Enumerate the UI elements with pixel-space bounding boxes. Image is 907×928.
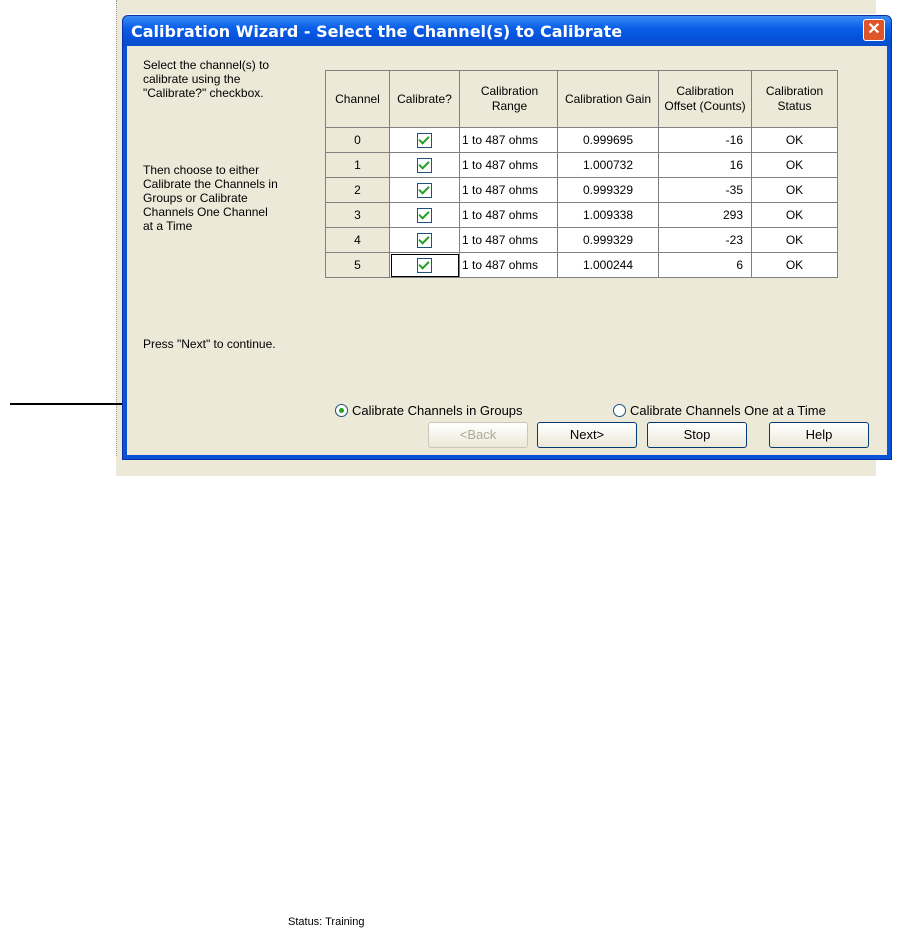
- calibrate-checkbox-cell[interactable]: [389, 202, 460, 228]
- instructions-choose: Then choose to either Calibrate the Chan…: [143, 163, 278, 233]
- table-row[interactable]: 1 1 to 487 ohms 1.000732 16 OK: [325, 152, 838, 178]
- instruction-line: Select the channel(s) to: [143, 58, 270, 72]
- status-cell[interactable]: OK: [751, 177, 838, 203]
- channel-cell[interactable]: 2: [325, 177, 390, 203]
- help-button[interactable]: Help: [769, 422, 869, 448]
- status-cell[interactable]: OK: [751, 127, 838, 153]
- column-header-offset: Calibration Offset (Counts): [658, 70, 752, 128]
- status-cell[interactable]: OK: [751, 152, 838, 178]
- calibrate-checkbox[interactable]: [417, 232, 432, 248]
- offset-cell[interactable]: 6: [658, 252, 752, 278]
- next-button[interactable]: Next>: [537, 422, 637, 448]
- gain-cell[interactable]: 1.009338: [557, 202, 659, 228]
- instruction-line: Calibrate the Channels in: [143, 177, 278, 191]
- instruction-line: Then choose to either: [143, 163, 260, 177]
- instruction-line: Groups or Calibrate: [143, 191, 248, 205]
- calibration-table: Channel Calibrate? Calibration Range Cal…: [325, 70, 838, 278]
- channel-cell[interactable]: 1: [325, 152, 390, 178]
- channel-cell[interactable]: 4: [325, 227, 390, 253]
- status-cell[interactable]: OK: [751, 202, 838, 228]
- offset-cell[interactable]: -23: [658, 227, 752, 253]
- instruction-line: "Calibrate?" checkbox.: [143, 86, 264, 100]
- offset-cell[interactable]: -16: [658, 127, 752, 153]
- stop-button[interactable]: Stop: [647, 422, 747, 448]
- back-button[interactable]: <Back: [428, 422, 528, 448]
- radio-label-groups[interactable]: Calibrate Channels in Groups: [352, 403, 523, 418]
- channel-cell[interactable]: 5: [325, 252, 390, 278]
- instructions-select: Select the channel(s) to calibrate using…: [143, 58, 269, 100]
- calibrate-checkbox[interactable]: [417, 157, 432, 173]
- table-row[interactable]: 5 1 to 487 ohms 1.000244 6 OK: [325, 252, 838, 278]
- calibrate-checkbox[interactable]: [417, 257, 432, 273]
- status-cell[interactable]: OK: [751, 227, 838, 253]
- column-header-calibrate: Calibrate?: [389, 70, 460, 128]
- status-cell[interactable]: OK: [751, 252, 838, 278]
- range-cell[interactable]: 1 to 487 ohms: [459, 202, 558, 228]
- gain-cell[interactable]: 0.999329: [557, 227, 659, 253]
- offset-cell[interactable]: 293: [658, 202, 752, 228]
- background-window-strip: [116, 0, 876, 14]
- radio-calibrate-groups[interactable]: Calibrate Channels in Groups: [335, 403, 523, 418]
- range-cell[interactable]: 1 to 487 ohms: [459, 227, 558, 253]
- radio-button-unselected[interactable]: [613, 404, 626, 417]
- calibration-wizard-dialog: Calibration Wizard - Select the Channel(…: [122, 15, 892, 460]
- close-icon[interactable]: ✕: [863, 19, 885, 41]
- calibrate-checkbox-cell[interactable]: [389, 152, 460, 178]
- table-row[interactable]: 3 1 to 487 ohms 1.009338 293 OK: [325, 202, 838, 228]
- instruction-line: at a Time: [143, 219, 193, 233]
- calibrate-checkbox-cell[interactable]: [389, 177, 460, 203]
- instruction-line: Channels One Channel: [143, 205, 268, 219]
- instructions-continue: Press "Next" to continue.: [143, 337, 276, 351]
- calibrate-checkbox-cell[interactable]: [389, 127, 460, 153]
- dialog-body: Select the channel(s) to calibrate using…: [127, 46, 887, 455]
- range-cell[interactable]: 1 to 487 ohms: [459, 152, 558, 178]
- table-header-row: Channel Calibrate? Calibration Range Cal…: [325, 70, 838, 128]
- range-cell[interactable]: 1 to 487 ohms: [459, 252, 558, 278]
- column-header-range: Calibration Range: [459, 70, 558, 128]
- dialog-title: Calibration Wizard - Select the Channel(…: [131, 22, 623, 41]
- gain-cell[interactable]: 1.000732: [557, 152, 659, 178]
- channel-cell[interactable]: 3: [325, 202, 390, 228]
- gain-cell[interactable]: 0.999695: [557, 127, 659, 153]
- radio-calibrate-one-at-a-time[interactable]: Calibrate Channels One at a Time: [613, 403, 826, 418]
- offset-cell[interactable]: 16: [658, 152, 752, 178]
- background-status-text: Status: Training: [288, 916, 365, 928]
- calibrate-checkbox[interactable]: [417, 132, 432, 148]
- radio-button-selected[interactable]: [335, 404, 348, 417]
- column-header-gain: Calibration Gain: [557, 70, 659, 128]
- table-row[interactable]: 0 1 to 487 ohms 0.999695 -16 OK: [325, 127, 838, 153]
- gain-cell[interactable]: 1.000244: [557, 252, 659, 278]
- calibrate-checkbox-cell[interactable]: [389, 227, 460, 253]
- radio-label-one-at-a-time[interactable]: Calibrate Channels One at a Time: [630, 403, 826, 418]
- dialog-titlebar[interactable]: Calibration Wizard - Select the Channel(…: [123, 16, 891, 46]
- instruction-line: calibrate using the: [143, 72, 241, 86]
- gain-cell[interactable]: 0.999329: [557, 177, 659, 203]
- column-header-channel: Channel: [325, 70, 390, 128]
- calibrate-checkbox-cell[interactable]: [389, 252, 460, 278]
- table-row[interactable]: 4 1 to 487 ohms 0.999329 -23 OK: [325, 227, 838, 253]
- range-cell[interactable]: 1 to 487 ohms: [459, 127, 558, 153]
- offset-cell[interactable]: -35: [658, 177, 752, 203]
- calibrate-checkbox[interactable]: [417, 207, 432, 223]
- table-row[interactable]: 2 1 to 487 ohms 0.999329 -35 OK: [325, 177, 838, 203]
- channel-cell[interactable]: 0: [325, 127, 390, 153]
- range-cell[interactable]: 1 to 487 ohms: [459, 177, 558, 203]
- column-header-status: Calibration Status: [751, 70, 838, 128]
- calibrate-checkbox[interactable]: [417, 182, 432, 198]
